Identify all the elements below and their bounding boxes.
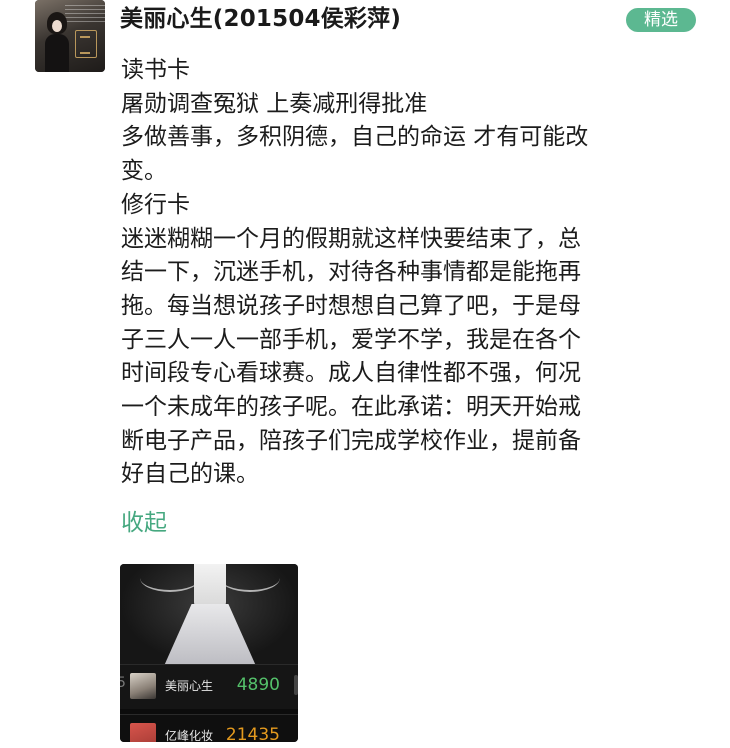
veil-left (140, 564, 200, 592)
post-line: 结一下，沉迷手机，对待各种事情都是能拖再 (121, 259, 581, 286)
collapse-link[interactable]: 收起 (121, 506, 167, 540)
leaderboard-avatar (130, 673, 156, 699)
post-line: 多做善事，多积阴德，自己的命运 才有可能改 (121, 124, 589, 151)
post-body: 读书卡 屠勋调查冤狱 上奏减刑得批准 多做善事，多积阴德，自己的命运 才有可能改… (121, 54, 691, 492)
featured-badge: 精选 (626, 8, 696, 32)
leaderboard-row: 5 美丽心生 4890 (120, 664, 298, 709)
post-line: 一个未成年的孩子呢。在此承诺：明天开始戒 (121, 394, 581, 421)
dress-bodice (194, 564, 226, 608)
post-line: 断电子产品，陪孩子们完成学校作业，提前备 (121, 427, 581, 454)
username[interactable]: 美丽心生(201504侯彩萍) (120, 2, 401, 36)
user-avatar[interactable] (35, 0, 105, 72)
post-image[interactable]: 5 美丽心生 4890 亿峰化妆 21435 (120, 564, 298, 742)
post-line: 时间段专心看球赛。成人自律性都不强，何况 (121, 360, 581, 387)
leaderboard-name: 亿峰化妆 (165, 729, 214, 742)
avatar-logo (75, 30, 97, 58)
leaderboard-score: 21435 (225, 725, 280, 742)
veil-right (220, 564, 280, 592)
dress-skirt (164, 604, 256, 666)
image-stage (120, 564, 298, 666)
leaderboard-rank: 5 (120, 675, 126, 691)
avatar-caption-decoration (65, 4, 105, 22)
leaderboard-name: 美丽心生 (165, 679, 214, 693)
post-line: 读书卡 (121, 57, 190, 83)
post-line: 好自己的课。 (121, 461, 259, 488)
post-line: 屠勋调查冤狱 上奏减刑得批准 (121, 90, 428, 117)
leaderboard-row: 亿峰化妆 21435 (120, 714, 298, 742)
post-line: 迷迷糊糊一个月的假期就这样快要结束了，总 (121, 225, 581, 252)
avatar-portrait (45, 12, 69, 72)
row-edge (294, 675, 298, 695)
leaderboard-score: 4890 (236, 675, 280, 695)
post-line: 子三人一人一部手机，爱学不学，我是在各个 (121, 326, 581, 353)
post-line: 拖。每当想说孩子时想想自己算了吧，于是母 (121, 292, 581, 319)
leaderboard-avatar (130, 723, 156, 742)
post-line: 变。 (121, 158, 167, 185)
post-line: 修行卡 (121, 191, 190, 218)
